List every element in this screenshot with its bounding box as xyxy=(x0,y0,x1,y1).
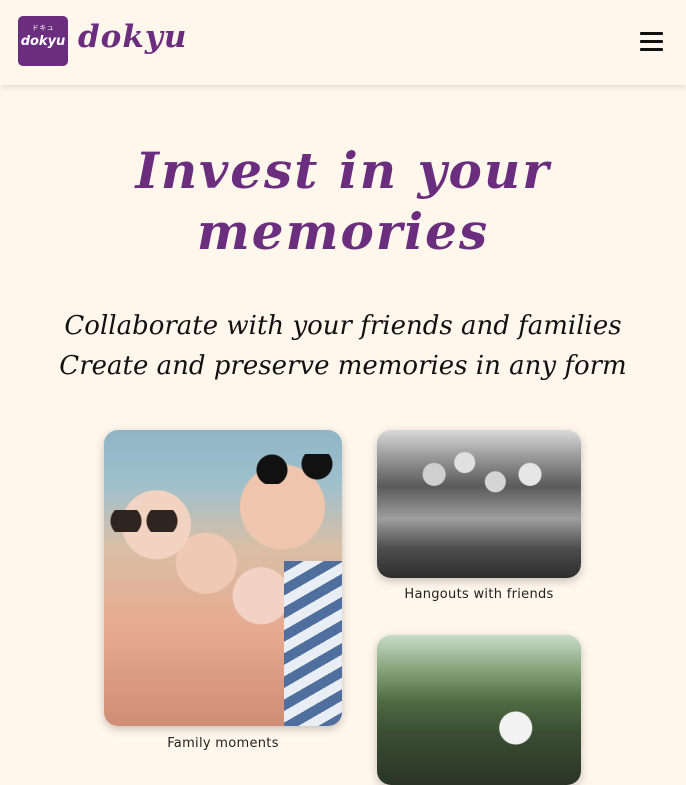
sunglasses-left xyxy=(104,510,186,532)
hero-subheading: Collaborate with your friends and famili… xyxy=(0,306,686,386)
headline-line-1: Invest in your xyxy=(135,141,551,200)
brand-name[interactable]: dokyu xyxy=(78,16,187,58)
hamburger-menu-icon[interactable] xyxy=(636,26,668,56)
site-header: ドキュ dokyu dokyu xyxy=(0,0,686,85)
logo-badge[interactable]: ドキュ dokyu xyxy=(18,16,68,66)
family-photo xyxy=(104,430,342,726)
logo-mini-text: dokyu xyxy=(20,34,66,49)
wedding-photo xyxy=(377,635,581,785)
headline-line-2: memories xyxy=(196,202,490,261)
hero-headline: Invest in your memories xyxy=(0,140,686,262)
family-caption: Family moments xyxy=(167,736,279,751)
sunglasses-right xyxy=(252,454,342,484)
subhead-line-1: Collaborate with your friends and famili… xyxy=(64,311,622,341)
friends-caption: Hangouts with friends xyxy=(404,587,554,602)
striped-shirt-detail xyxy=(284,561,342,726)
friends-photo xyxy=(377,430,581,578)
subhead-line-2: Create and preserve memories in any form xyxy=(59,351,627,381)
logo-kana-text: ドキュ xyxy=(31,24,55,32)
